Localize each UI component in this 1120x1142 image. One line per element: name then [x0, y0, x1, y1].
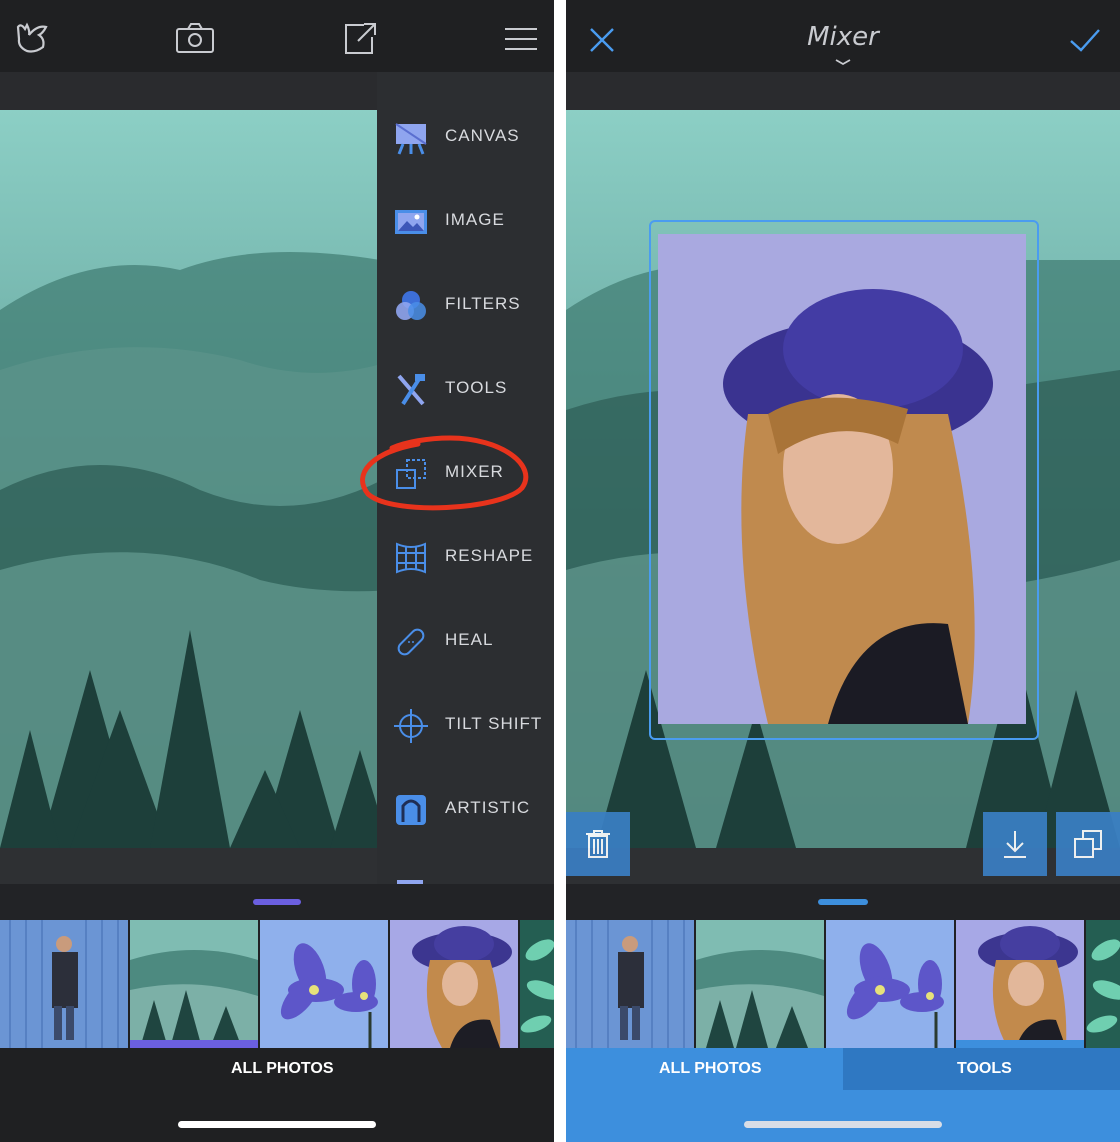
- menu-label: IMAGE: [445, 210, 505, 229]
- checkmark-icon[interactable]: [1066, 22, 1104, 58]
- tilt-shift-crosshair-icon: [393, 708, 429, 744]
- thumbnail-purple-flowers[interactable]: [826, 920, 954, 1048]
- trash-icon: [586, 830, 610, 858]
- menu-item-tilt-shift[interactable]: TILT SHIFT: [377, 684, 554, 768]
- app-logo-icon[interactable]: [12, 18, 52, 58]
- home-indicator[interactable]: [744, 1121, 942, 1128]
- menu-item-image[interactable]: IMAGE: [377, 180, 554, 264]
- menu-item-canvas[interactable]: CANVAS: [377, 96, 554, 180]
- left-screen: CANVAS IMAGE FILTERS TOOLS MIXER RESHAPE…: [0, 0, 554, 1142]
- right-screen: Mixer ALL PHOTOS TOOLS: [566, 0, 1120, 1142]
- tray-drag-handle[interactable]: [818, 899, 868, 905]
- thumbnail-purple-flowers[interactable]: [260, 920, 388, 1048]
- mixed-layer-portrait[interactable]: [658, 234, 1026, 724]
- home-indicator[interactable]: [178, 1121, 376, 1128]
- tab-tools[interactable]: TOOLS: [957, 1060, 1012, 1078]
- canvas-easel-icon: [393, 120, 429, 156]
- tab-all-photos[interactable]: ALL PHOTOS: [659, 1060, 762, 1078]
- mixer-highlight-annotation: [360, 435, 529, 511]
- reshape-grid-icon: [393, 540, 429, 576]
- thumbnail-man-blue-wall[interactable]: [0, 920, 128, 1048]
- duplicate-layer-button[interactable]: [1056, 812, 1120, 876]
- artistic-frame-icon: [393, 792, 429, 828]
- menu-item-reshape[interactable]: RESHAPE: [377, 516, 554, 600]
- screen-title: Mixer: [807, 22, 879, 52]
- menu-item-tools[interactable]: TOOLS: [377, 348, 554, 432]
- menu-label: CANVAS: [445, 126, 520, 145]
- thumbnail-foggy-forest[interactable]: [130, 920, 258, 1048]
- download-button[interactable]: [983, 812, 1047, 876]
- thumbnail-foggy-forest[interactable]: [696, 920, 824, 1048]
- photo-thumbnail-strip: [566, 920, 1120, 1048]
- download-icon: [1004, 831, 1026, 858]
- thumbnail-woman-purple-hat[interactable]: [390, 920, 518, 1048]
- menu-label: ARTISTIC: [445, 798, 531, 817]
- menu-label: FILTERS: [445, 294, 521, 313]
- menu-item-filters[interactable]: FILTERS: [377, 264, 554, 348]
- image-icon: [393, 204, 429, 240]
- thumbnail-green-leaves[interactable]: [520, 920, 554, 1048]
- share-export-icon[interactable]: [338, 18, 380, 58]
- thumbnail-woman-purple-hat[interactable]: [956, 920, 1084, 1048]
- hamburger-menu-icon[interactable]: [500, 22, 542, 56]
- filters-circles-icon: [393, 288, 429, 324]
- menu-label: HEAL: [445, 630, 494, 649]
- menu-label: TOOLS: [445, 378, 508, 397]
- tray-drag-handle[interactable]: [253, 899, 301, 905]
- chevron-down-icon[interactable]: [832, 56, 854, 68]
- delete-layer-button[interactable]: [566, 812, 630, 876]
- camera-icon[interactable]: [174, 18, 216, 58]
- tab-all-photos[interactable]: ALL PHOTOS: [231, 1060, 334, 1078]
- photo-thumbnail-strip: [0, 920, 554, 1048]
- duplicate-icon: [1074, 830, 1102, 858]
- thumbnail-man-blue-wall[interactable]: [566, 920, 694, 1048]
- heal-bandage-icon: [393, 624, 429, 660]
- menu-item-artistic[interactable]: ARTISTIC: [377, 768, 554, 852]
- thumbnail-green-leaves[interactable]: [1086, 920, 1120, 1048]
- menu-label: TILT SHIFT: [445, 714, 543, 733]
- menu-label: RESHAPE: [445, 546, 534, 565]
- tools-icon: [393, 372, 429, 408]
- top-toolbar: [0, 0, 554, 72]
- top-toolbar: Mixer: [566, 0, 1120, 72]
- menu-item-heal[interactable]: HEAL: [377, 600, 554, 684]
